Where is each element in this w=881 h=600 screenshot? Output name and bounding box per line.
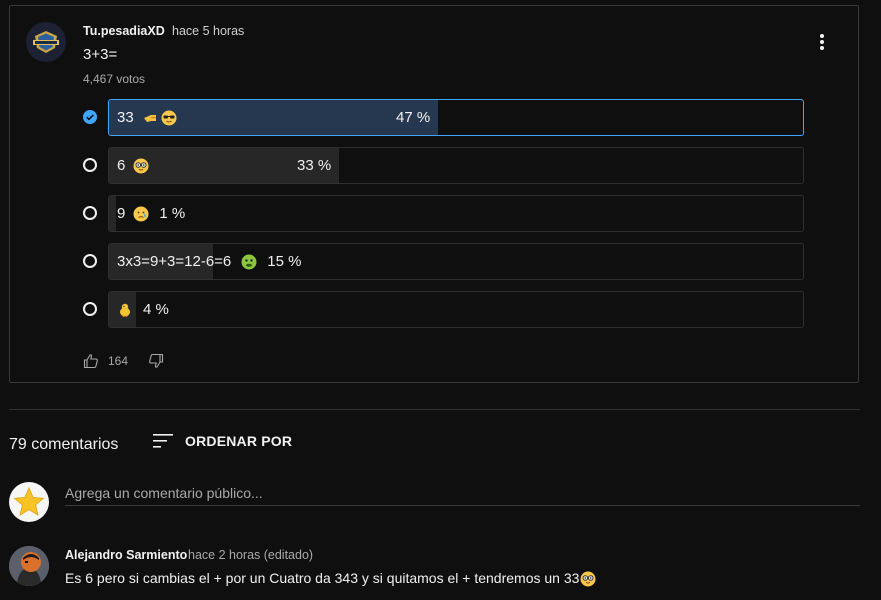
post-author[interactable]: Tu.pesadiaXD — [83, 24, 165, 38]
poll-option-bar[interactable]: 6 33 % — [108, 147, 804, 184]
radio-circle-icon[interactable] — [83, 206, 97, 220]
poll-percent: 15 % — [267, 253, 302, 270]
nerd-face-icon — [580, 571, 596, 587]
comment-input[interactable] — [65, 480, 860, 506]
poll-option-label: 3x3=9+3=12-6=6 — [117, 253, 232, 270]
poll-fill — [109, 196, 116, 231]
radio-circle-icon[interactable] — [83, 302, 97, 316]
sunglasses-face-icon — [161, 110, 177, 125]
nerd-face-icon — [133, 158, 149, 173]
sort-button[interactable]: ORDENAR POR — [153, 433, 292, 449]
post-actions: 164 — [83, 351, 164, 371]
comment-author[interactable]: Alejandro Sarmiento — [65, 548, 187, 562]
poll-option[interactable]: 33 47 % — [83, 99, 805, 137]
comment-time[interactable]: hace 2 horas (editado) — [188, 548, 313, 562]
sick-face-icon — [241, 254, 257, 269]
poll-percent: 4 % — [143, 301, 169, 318]
poll-option-bar[interactable]: 9 1 % — [108, 195, 804, 232]
poll-option[interactable]: 9 1 % — [83, 195, 805, 233]
sort-label: ORDENAR POR — [185, 433, 293, 449]
poll-option-label: 33 — [117, 109, 134, 126]
star-icon — [13, 487, 45, 516]
vote-count: 4,467 votos — [83, 72, 146, 86]
comments-count: 79 comentarios — [9, 436, 119, 453]
poll-percent: 1 % — [159, 205, 186, 222]
poll-option-bar[interactable]: 3x3=9+3=12-6=6 15 % — [108, 243, 804, 280]
user-avatar[interactable] — [9, 482, 49, 522]
poll-option[interactable]: 4 % — [83, 291, 805, 329]
sort-icon — [153, 434, 173, 448]
poll-percent: 47 % — [396, 109, 431, 126]
channel-avatar[interactable] — [26, 22, 66, 62]
post-time[interactable]: hace 5 horas — [172, 24, 244, 38]
sad-face-icon — [133, 206, 149, 221]
poll-option-label: 9 — [117, 205, 126, 222]
backhand-index-icon — [143, 114, 156, 122]
more-options-icon[interactable] — [814, 32, 830, 52]
poll-option-label: 6 — [117, 157, 126, 174]
thumbs-up-icon[interactable] — [83, 353, 99, 369]
poll-option-bar[interactable]: 4 % — [108, 291, 804, 328]
community-post: Tu.pesadiaXD hace 5 horas 3+3= 4,467 vot… — [9, 5, 859, 383]
chick-icon — [120, 303, 130, 317]
radio-circle-icon[interactable] — [83, 158, 97, 172]
poll-option[interactable]: 3x3=9+3=12-6=6 15 % — [83, 243, 805, 281]
poll-option-bar[interactable]: 33 47 % — [108, 99, 804, 136]
section-divider — [9, 409, 860, 410]
radio-circle-icon[interactable] — [83, 254, 97, 268]
checked-circle-icon[interactable] — [83, 110, 97, 124]
thumbs-down-icon[interactable] — [148, 353, 164, 369]
comment-text: Es 6 pero si cambias el + por un Cuatro … — [65, 570, 596, 587]
comment-avatar[interactable] — [9, 546, 49, 586]
poll-percent: 33 % — [297, 157, 332, 174]
poll-option[interactable]: 6 33 % — [83, 147, 805, 185]
post-title: 3+3= — [83, 46, 118, 63]
like-count: 164 — [108, 354, 129, 368]
